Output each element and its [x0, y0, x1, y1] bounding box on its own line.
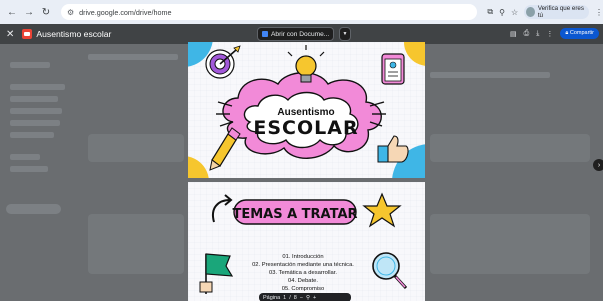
page-separator: /: [289, 294, 291, 301]
slide-1-art: Ausentismo ESCOLAR: [188, 42, 425, 178]
file-title: Ausentismo escolar: [36, 29, 112, 39]
open-with-label: Abrir con Docume...: [271, 30, 330, 38]
install-app-icon[interactable]: ⧉: [487, 7, 493, 17]
page-label: Página: [263, 294, 281, 301]
avatar: [526, 7, 535, 17]
drive-card: [430, 214, 590, 274]
page-control: Página 1 / 8 − ⚲ +: [259, 293, 351, 301]
slides-file-icon: [22, 29, 33, 39]
share-button[interactable]: 🔒︎ Compartir: [560, 28, 599, 39]
download-icon[interactable]: ⤓: [536, 30, 539, 38]
agenda-item: 01. Introducción: [282, 254, 323, 260]
share-label: Compartir: [569, 30, 594, 36]
browser-toolbar: ← → ↻ ⚙ drive.google.com/drive/home ⧉ ⚲ …: [0, 0, 603, 24]
lock-icon: 🔒︎: [565, 30, 569, 36]
zoom-icon: ⚲: [306, 294, 311, 301]
sidebar-row: [10, 120, 60, 126]
site-settings-icon[interactable]: ⚙: [67, 8, 74, 17]
page-current[interactable]: 1: [283, 295, 286, 301]
clipboard-icon: [381, 53, 405, 85]
address-bar[interactable]: ⚙ drive.google.com/drive/home: [61, 4, 478, 20]
url-text: drive.google.com/drive/home: [79, 7, 172, 17]
drive-card: [88, 134, 184, 162]
page-total: 8: [293, 294, 297, 301]
zoom-icon[interactable]: ⚲: [499, 8, 505, 17]
agenda-item: 02. Presentación mediante una técnica.: [252, 262, 354, 268]
sidebar-row: [10, 96, 58, 102]
zoom-out-button[interactable]: −: [300, 295, 303, 301]
more-menu-icon[interactable]: ⋮: [595, 8, 603, 17]
drive-row: [88, 54, 178, 60]
browser-nav: ← → ↻: [7, 7, 51, 18]
comment-icon[interactable]: ▤: [510, 30, 517, 38]
next-file-button[interactable]: ›: [593, 159, 603, 171]
drive-sidebar: [0, 44, 75, 301]
drive-card: [430, 134, 590, 162]
slide-2-art: TEMAS A TRATAR 01. Introducción 02. Pres…: [188, 182, 425, 301]
sidebar-row: [6, 204, 61, 214]
forward-arrow-icon[interactable]: →: [24, 7, 34, 18]
chevron-right-icon: ›: [597, 161, 601, 169]
slide-heading: TEMAS A TRATAR: [232, 207, 357, 222]
open-with-dropdown[interactable]: ▼: [339, 27, 351, 41]
verify-profile-button[interactable]: Verifica que eres tú: [524, 5, 589, 19]
slide-1: Ausentismo ESCOLAR: [188, 42, 425, 178]
slide-title-main: ESCOLAR: [253, 117, 358, 139]
docs-icon: [262, 31, 268, 37]
agenda-item: 03. Temática a desarrollar.: [269, 270, 337, 276]
agenda-item: 05. Compromiso: [282, 286, 325, 292]
sidebar-row: [10, 154, 40, 160]
sidebar-row: [10, 166, 48, 172]
sidebar-row: [10, 62, 50, 68]
chevron-down-icon: ▼: [342, 31, 348, 37]
print-icon[interactable]: ⎙: [524, 30, 530, 38]
bookmark-star-icon[interactable]: ☆: [511, 8, 518, 17]
preview-header: ✕ Ausentismo escolar Abrir con Docume...…: [0, 24, 603, 44]
zoom-in-button[interactable]: +: [313, 295, 316, 301]
back-arrow-icon[interactable]: ←: [7, 7, 17, 18]
browser-actions: ⧉ ⚲ ☆ Verifica que eres tú ⋮: [487, 5, 603, 19]
slide-2: TEMAS A TRATAR 01. Introducción 02. Pres…: [188, 182, 425, 301]
agenda-item: 04. Debate.: [288, 278, 318, 284]
more-options-icon[interactable]: ⋮: [546, 30, 553, 38]
open-with-button[interactable]: Abrir con Docume...: [257, 27, 335, 41]
sidebar-row: [10, 132, 54, 138]
drive-row: [430, 72, 550, 78]
close-icon[interactable]: ✕: [6, 29, 14, 40]
drive-card: [88, 214, 184, 274]
sidebar-row: [10, 108, 62, 114]
reload-icon[interactable]: ↻: [41, 7, 51, 18]
verify-label: Verifica que eres tú: [537, 5, 584, 19]
sidebar-row: [10, 84, 65, 90]
preview-actions: ▤ ⎙ ⤓ ⋮ 🔒︎ Compartir: [510, 28, 599, 39]
